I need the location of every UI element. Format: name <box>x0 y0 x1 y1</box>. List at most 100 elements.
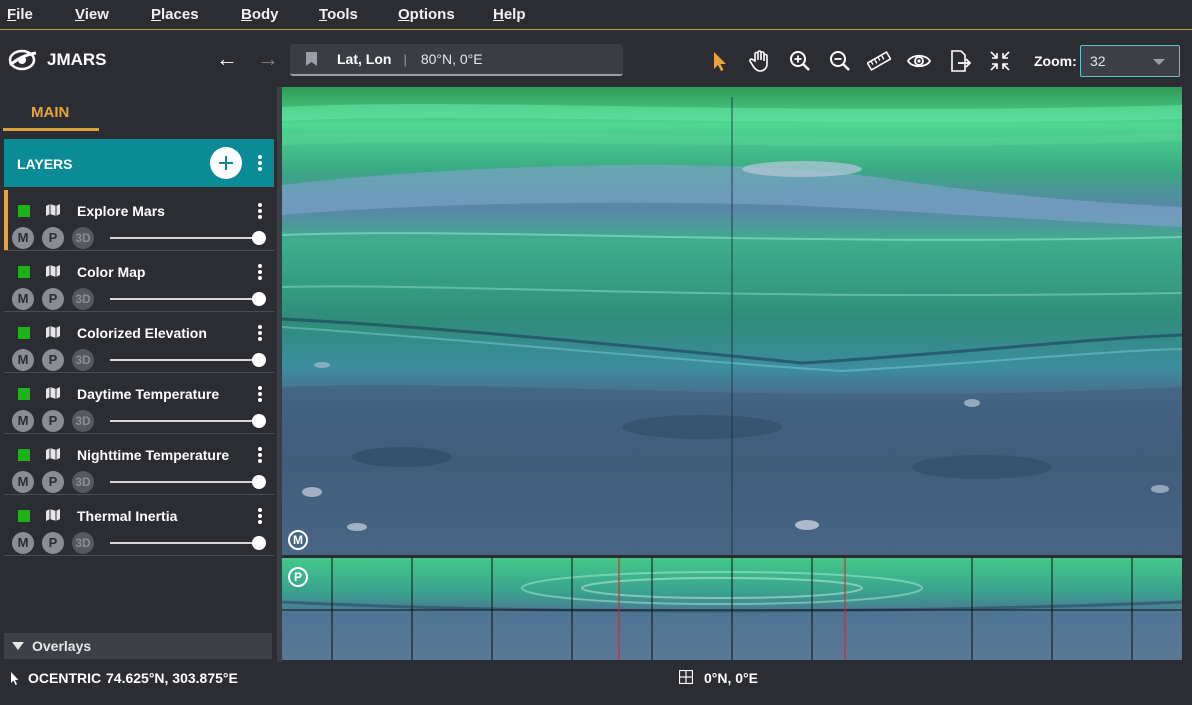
main-view-toggle[interactable]: M <box>12 288 34 310</box>
panner-map-view[interactable]: P <box>282 558 1182 660</box>
layer-menu-icon[interactable] <box>258 203 262 219</box>
shrink-icon[interactable] <box>988 49 1012 73</box>
3d-view-toggle[interactable]: 3D <box>72 471 94 493</box>
menu-options[interactable]: Options <box>398 6 455 23</box>
layer-menu-icon[interactable] <box>258 386 262 402</box>
map-icon <box>46 509 60 521</box>
triangle-down-icon[interactable] <box>12 642 24 650</box>
main-view-toggle[interactable]: M <box>12 532 34 554</box>
layer-visibility-checkbox[interactable] <box>18 266 30 278</box>
coord-value[interactable]: 80°N, 0°E <box>421 51 483 67</box>
export-icon[interactable] <box>948 49 972 73</box>
panner-view-toggle[interactable]: P <box>42 410 64 432</box>
panner-view-toggle[interactable]: P <box>42 227 64 249</box>
layer-visibility-checkbox[interactable] <box>18 449 30 461</box>
ruler-icon[interactable] <box>867 49 891 73</box>
layer-menu-icon[interactable] <box>258 447 262 463</box>
zoom-in-icon[interactable] <box>788 49 812 73</box>
panner-view-toggle[interactable]: P <box>42 471 64 493</box>
opacity-slider-handle[interactable] <box>252 292 266 306</box>
layer-name[interactable]: Color Map <box>77 264 145 280</box>
map-icon <box>46 265 60 277</box>
menu-help[interactable]: Help <box>493 6 526 23</box>
layers-header: LAYERS <box>4 139 274 187</box>
layers-menu-icon[interactable] <box>258 155 262 171</box>
3d-view-toggle[interactable]: 3D <box>72 349 94 371</box>
opacity-slider-handle[interactable] <box>252 231 266 245</box>
forward-arrow-icon[interactable]: → <box>257 48 279 70</box>
eye-icon[interactable] <box>907 49 931 73</box>
tab-main[interactable]: MAIN <box>3 89 99 131</box>
back-arrow-icon[interactable]: ← <box>216 48 238 70</box>
coord-separator: | <box>403 51 407 67</box>
pan-hand-icon[interactable] <box>748 49 772 73</box>
bookmark-icon[interactable] <box>306 52 317 66</box>
layer-row[interactable]: Nighttime Temperature M P 3D <box>4 434 274 495</box>
pointer-icon[interactable] <box>708 49 732 73</box>
main-view-toggle[interactable]: M <box>12 410 34 432</box>
menu-view[interactable]: View <box>75 6 109 23</box>
cursor-icon <box>11 672 19 685</box>
panner-view-toggle[interactable]: P <box>42 349 64 371</box>
opacity-slider-track[interactable] <box>110 542 260 544</box>
panner-view-toggle[interactable]: P <box>42 288 64 310</box>
layer-name[interactable]: Thermal Inertia <box>77 508 177 524</box>
map-icon <box>46 204 60 216</box>
opacity-slider-handle[interactable] <box>252 536 266 550</box>
layer-name[interactable]: Colorized Elevation <box>77 325 207 341</box>
main-map-view[interactable]: M <box>282 87 1182 555</box>
opacity-slider-track[interactable] <box>110 237 260 239</box>
layer-row[interactable]: Color Map M P 3D <box>4 251 274 312</box>
opacity-slider-track[interactable] <box>110 298 260 300</box>
layer-name[interactable]: Nighttime Temperature <box>77 447 229 463</box>
layer-visibility-checkbox[interactable] <box>18 327 30 339</box>
panner-view-toggle[interactable]: P <box>42 532 64 554</box>
chevron-down-icon[interactable] <box>1153 59 1165 65</box>
layer-row[interactable]: Colorized Elevation M P 3D <box>4 312 274 373</box>
map-icon <box>46 448 60 460</box>
jmars-logo-icon <box>8 49 37 71</box>
location-input[interactable]: Lat, Lon | 80°N, 0°E <box>290 44 623 76</box>
layer-visibility-checkbox[interactable] <box>18 510 30 522</box>
main-view-toggle[interactable]: M <box>12 227 34 249</box>
layer-menu-icon[interactable] <box>258 325 262 341</box>
opacity-slider-track[interactable] <box>110 359 260 361</box>
zoom-select[interactable]: 32 <box>1080 45 1180 77</box>
menu-tools[interactable]: Tools <box>319 6 358 23</box>
coord-mode-label[interactable]: Lat, Lon <box>337 51 391 67</box>
app-title: JMARS <box>47 50 107 69</box>
cursor-coordinates: 74.625°N, 303.875°E <box>106 670 238 686</box>
zoom-out-icon[interactable] <box>828 49 852 73</box>
main-view-toggle[interactable]: M <box>12 349 34 371</box>
layer-manager-panel: MAIN LAYERS Explore Mars M P 3D Color Map M P 3… <box>0 87 277 662</box>
layer-name[interactable]: Daytime Temperature <box>77 386 219 402</box>
layer-menu-icon[interactable] <box>258 508 262 524</box>
3d-view-toggle[interactable]: 3D <box>72 532 94 554</box>
opacity-slider-track[interactable] <box>110 481 260 483</box>
panner-terrain-image[interactable] <box>282 558 1182 660</box>
layer-menu-icon[interactable] <box>258 264 262 280</box>
3d-view-toggle[interactable]: 3D <box>72 227 94 249</box>
layer-name[interactable]: Explore Mars <box>77 203 165 219</box>
opacity-slider-track[interactable] <box>110 420 260 422</box>
layer-visibility-checkbox[interactable] <box>18 205 30 217</box>
mars-terrain-image[interactable] <box>282 87 1182 555</box>
menu-places[interactable]: Places <box>151 6 199 23</box>
3d-view-toggle[interactable]: 3D <box>72 288 94 310</box>
zoom-value[interactable]: 32 <box>1090 53 1106 69</box>
layer-row[interactable]: Daytime Temperature M P 3D <box>4 373 274 434</box>
menu-bar: File View Places Body Tools Options Help <box>0 0 1192 30</box>
opacity-slider-handle[interactable] <box>252 353 266 367</box>
opacity-slider-handle[interactable] <box>252 475 266 489</box>
overlays-section[interactable]: Overlays <box>4 633 272 659</box>
add-layer-button[interactable] <box>210 147 242 179</box>
overlays-label[interactable]: Overlays <box>32 638 91 654</box>
menu-file[interactable]: File <box>7 6 33 23</box>
menu-body[interactable]: Body <box>241 6 279 23</box>
3d-view-toggle[interactable]: 3D <box>72 410 94 432</box>
opacity-slider-handle[interactable] <box>252 414 266 428</box>
layer-row[interactable]: Explore Mars M P 3D <box>4 190 274 251</box>
layer-visibility-checkbox[interactable] <box>18 388 30 400</box>
main-view-toggle[interactable]: M <box>12 471 34 493</box>
layer-row[interactable]: Thermal Inertia M P 3D <box>4 495 274 556</box>
